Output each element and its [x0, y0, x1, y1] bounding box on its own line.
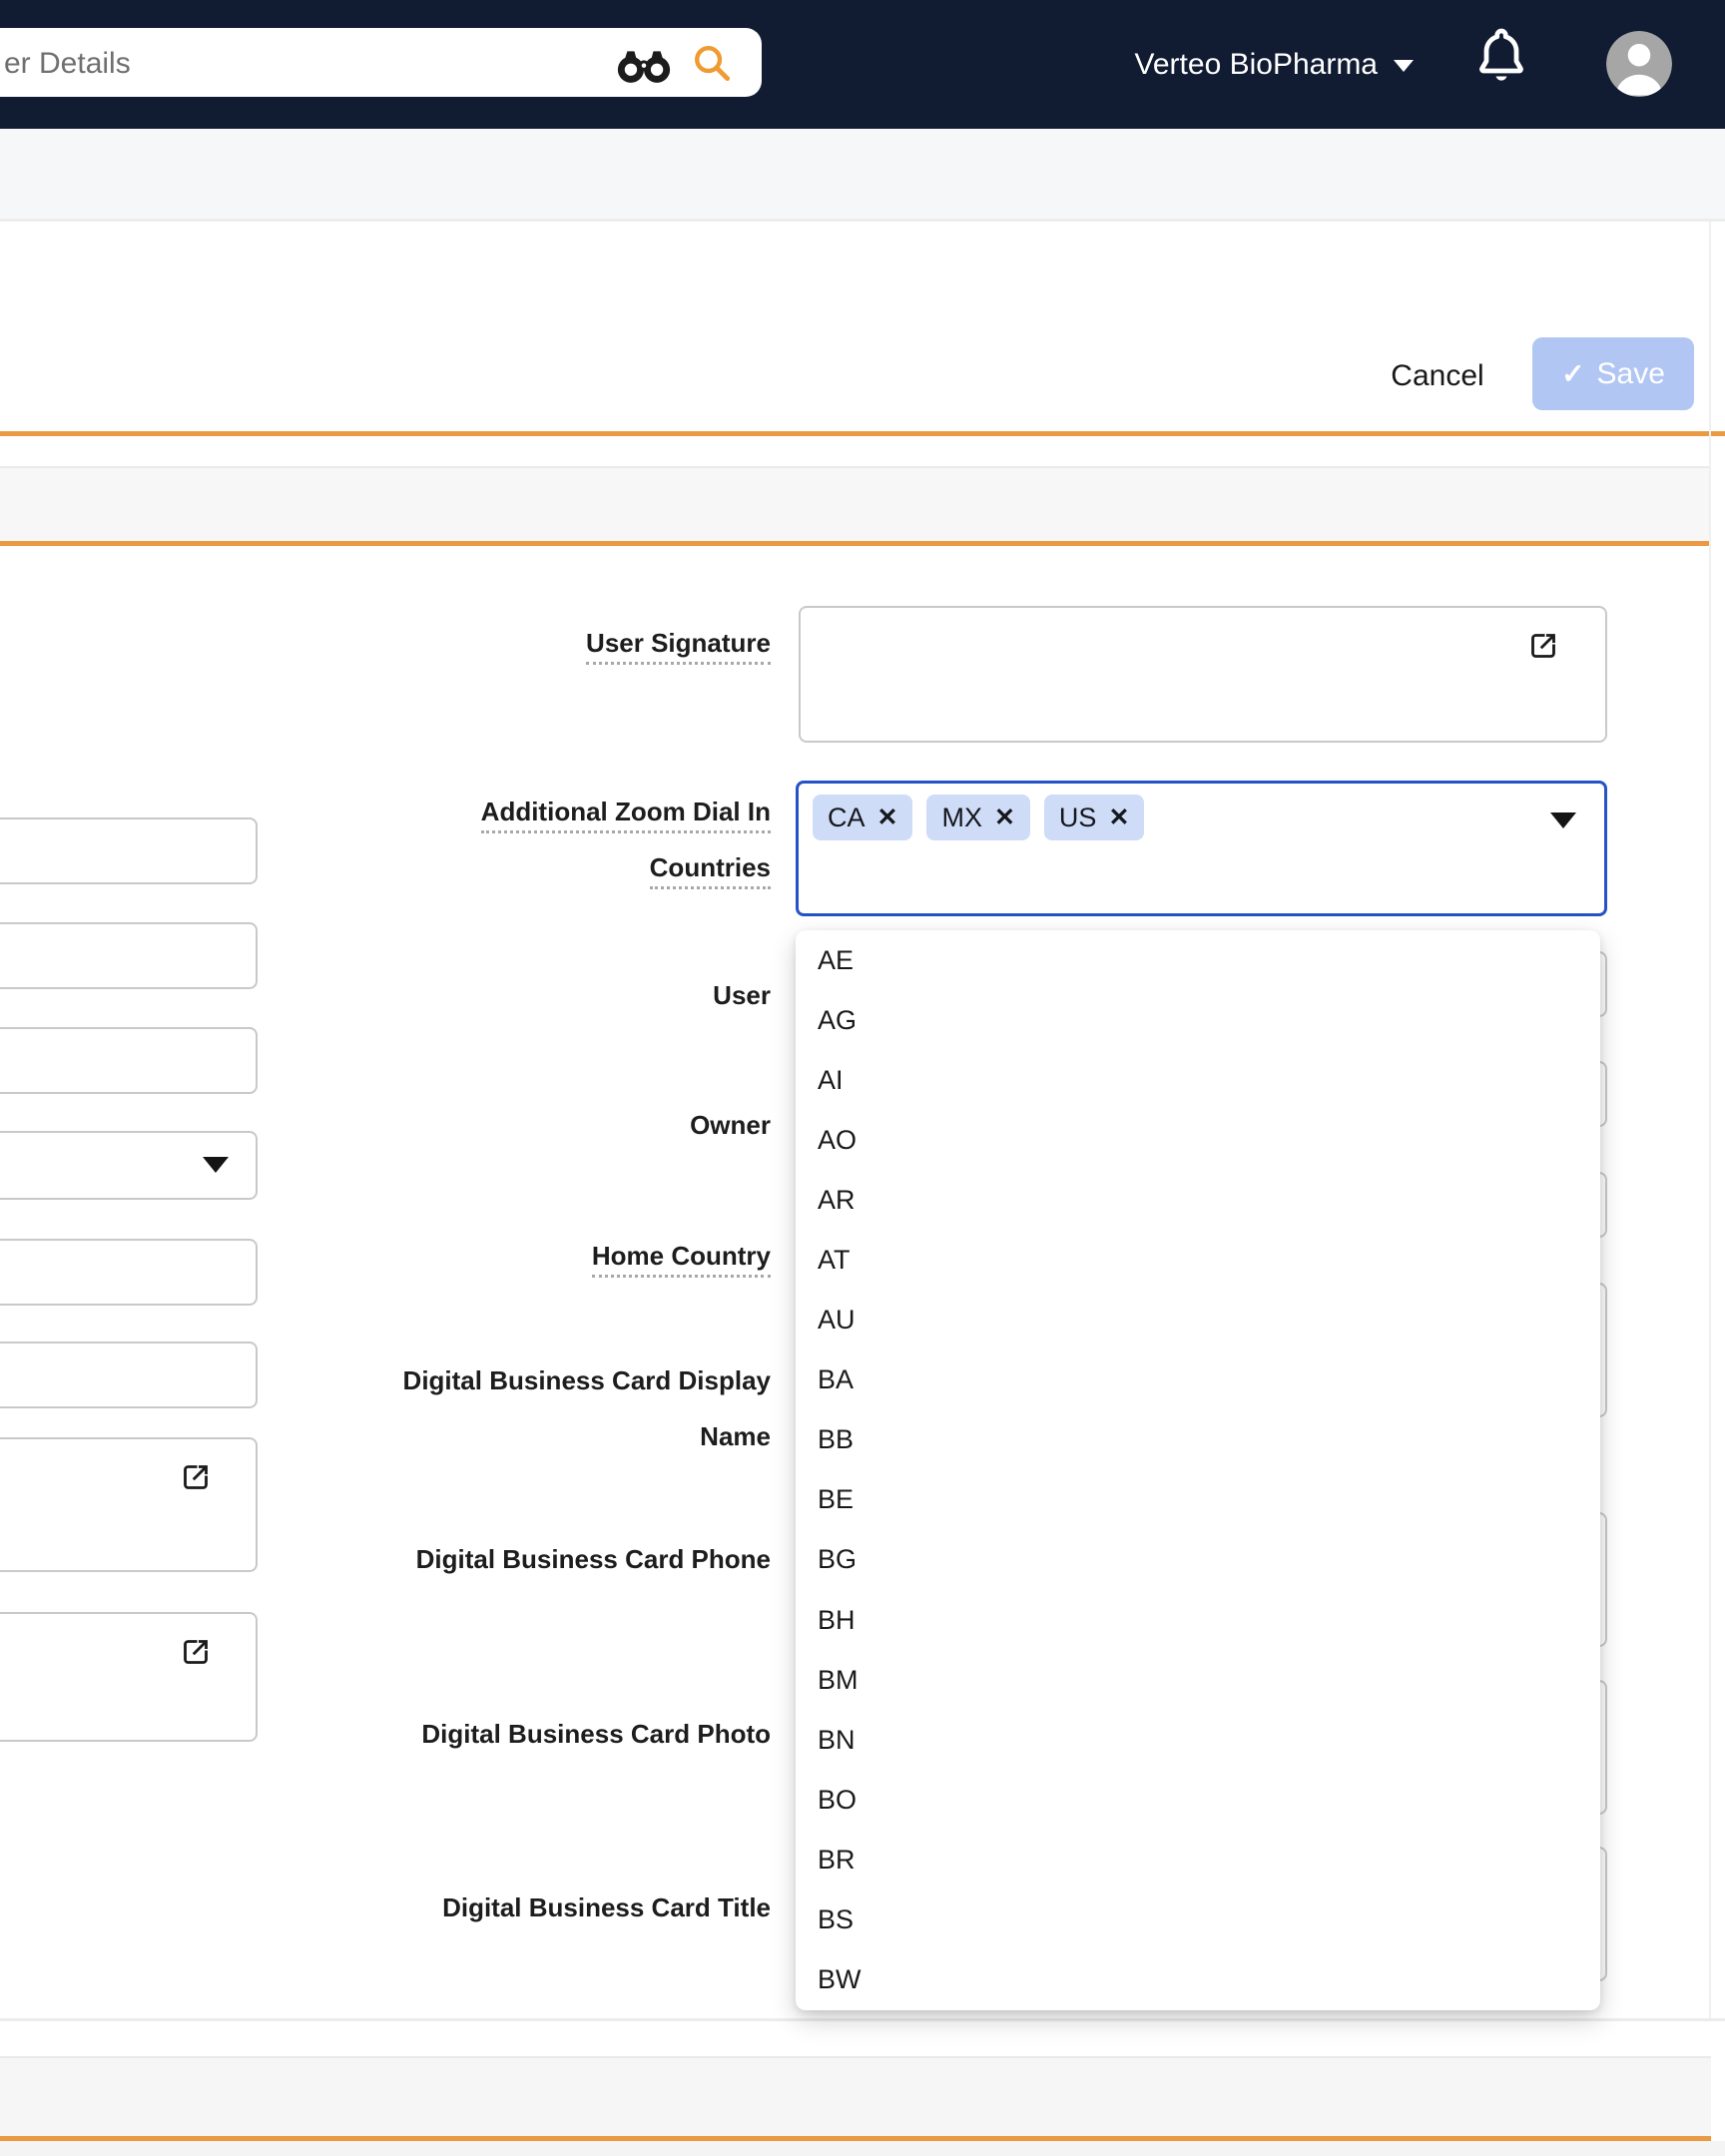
dropdown-option[interactable]: AT — [796, 1230, 1600, 1290]
chevron-down-icon — [203, 1157, 229, 1173]
selected-country-chips: CA ✕ MX ✕ US ✕ — [813, 795, 1145, 840]
user-label: User — [713, 980, 771, 1010]
search-input[interactable] — [2, 36, 545, 91]
country-dropdown: AE AG AI AO AR AT AU BA BB BE BG BH BM BN BO BR BS BW — [796, 930, 1600, 2010]
open-external-icon[interactable] — [178, 1634, 214, 1670]
person-icon — [1606, 31, 1672, 97]
dropdown-option[interactable]: AI — [796, 1050, 1600, 1110]
dropdown-option[interactable]: BM — [796, 1650, 1600, 1710]
dropdown-option[interactable]: BO — [796, 1770, 1600, 1830]
left-richtext-2[interactable] — [0, 1612, 258, 1742]
save-button-label: Save — [1596, 356, 1665, 390]
dropdown-option[interactable]: AR — [796, 1170, 1600, 1230]
selected-country-chip: MX ✕ — [926, 795, 1030, 840]
left-input-2[interactable] — [0, 922, 258, 989]
dbc-title-label: Digital Business Card Title — [442, 1892, 771, 1922]
next-section-bar — [0, 2056, 1711, 2138]
user-avatar[interactable] — [1606, 31, 1672, 97]
search-icon — [695, 46, 731, 82]
left-input-3[interactable] — [0, 1027, 258, 1094]
dropdown-option[interactable]: BN — [796, 1710, 1600, 1770]
home-country-label: Home Country — [240, 1228, 771, 1284]
bell-icon — [1479, 28, 1523, 81]
user-signature-label: User Signature — [240, 615, 771, 671]
chip-label: US — [1058, 802, 1097, 832]
content-right-edge — [1709, 222, 1711, 2018]
left-richtext-1[interactable] — [0, 1437, 258, 1572]
dropdown-option[interactable]: BA — [796, 1350, 1600, 1410]
chip-label: MX — [941, 802, 982, 832]
dropdown-option[interactable]: BH — [796, 1590, 1600, 1650]
top-navbar: Verteo BioPharma — [0, 0, 1725, 129]
chip-label: CA — [828, 802, 865, 832]
additional-zoom-countries-multiselect[interactable]: CA ✕ MX ✕ US ✕ — [796, 781, 1607, 916]
dropdown-option[interactable]: BR — [796, 1830, 1600, 1889]
section-header-bar — [0, 466, 1711, 543]
binoculars-icon — [617, 51, 671, 83]
dropdown-option[interactable]: BG — [796, 1530, 1600, 1590]
dropdown-option[interactable]: BS — [796, 1890, 1600, 1950]
notifications-button[interactable] — [1471, 22, 1531, 98]
dbc-phone-label: Digital Business Card Phone — [415, 1544, 771, 1574]
next-section-underline — [0, 2136, 1711, 2141]
page: Verteo BioPharma Cancel ✓ Save — [0, 0, 1725, 2156]
header-divider — [0, 431, 1725, 436]
left-input-4[interactable] — [0, 1239, 258, 1306]
section-bottom-border — [0, 2018, 1725, 2021]
cancel-button[interactable]: Cancel — [1378, 355, 1497, 395]
search-submit-button[interactable] — [691, 42, 735, 86]
left-input-5[interactable] — [0, 1342, 258, 1408]
save-button[interactable]: ✓ Save — [1532, 337, 1694, 410]
dropdown-option[interactable]: BE — [796, 1470, 1600, 1530]
subheader-strip — [0, 129, 1725, 219]
dbc-display-name-label: Digital Business Card Display Name — [402, 1365, 771, 1451]
dropdown-option[interactable]: AU — [796, 1291, 1600, 1350]
open-external-icon[interactable] — [1525, 628, 1561, 664]
open-external-icon[interactable] — [178, 1459, 214, 1495]
section-header-underline — [0, 541, 1711, 546]
selected-country-chip: US ✕ — [1043, 795, 1145, 840]
dropdown-option[interactable]: BW — [796, 1950, 1600, 2010]
org-menu[interactable]: Verteo BioPharma — [1078, 44, 1418, 86]
dropdown-option[interactable]: AG — [796, 990, 1600, 1050]
remove-chip-icon[interactable]: ✕ — [1108, 803, 1129, 832]
org-name: Verteo BioPharma — [1134, 48, 1378, 81]
dropdown-option[interactable]: AE — [796, 930, 1600, 990]
additional-zoom-countries-label: Additional Zoom Dial In Countries — [240, 784, 771, 895]
owner-label: Owner — [690, 1110, 771, 1140]
check-icon: ✓ — [1561, 358, 1585, 389]
dropdown-option[interactable]: AO — [796, 1110, 1600, 1170]
chevron-down-icon — [1550, 812, 1576, 828]
footer-strip — [0, 2141, 1725, 2156]
dbc-photo-label: Digital Business Card Photo — [421, 1719, 771, 1749]
chevron-down-icon — [1394, 60, 1414, 72]
dropdown-option[interactable]: BB — [796, 1410, 1600, 1470]
left-input-1[interactable] — [0, 817, 258, 884]
selected-country-chip: CA ✕ — [813, 795, 913, 840]
user-signature-field[interactable] — [799, 606, 1607, 743]
advanced-search-button[interactable] — [615, 46, 673, 84]
remove-chip-icon[interactable]: ✕ — [994, 803, 1015, 832]
subheader-border — [0, 219, 1725, 222]
remove-chip-icon[interactable]: ✕ — [877, 803, 898, 832]
